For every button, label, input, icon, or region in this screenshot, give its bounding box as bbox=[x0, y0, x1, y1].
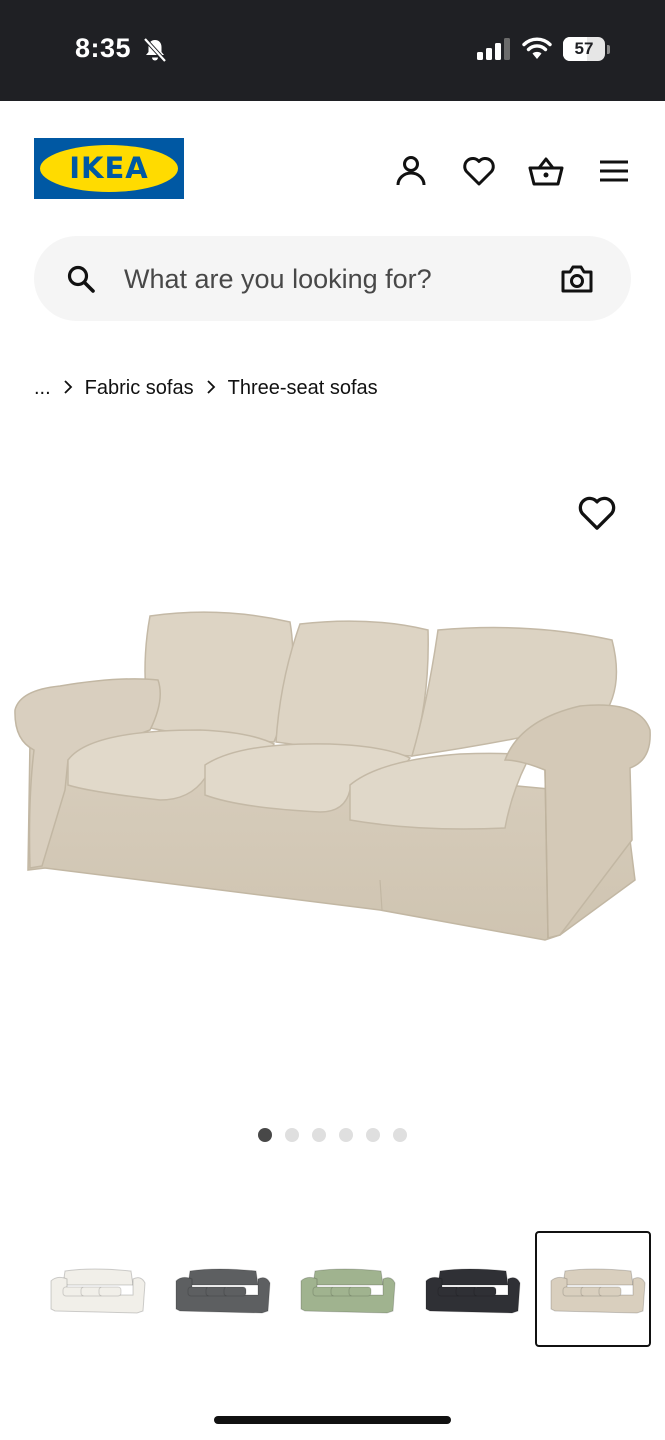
sofa-thumbnail-image bbox=[175, 1268, 271, 1314]
carousel-dot[interactable] bbox=[393, 1128, 407, 1142]
search-bar[interactable] bbox=[34, 236, 631, 321]
cellular-signal-icon bbox=[476, 38, 510, 65]
ikea-logo[interactable]: IKEA bbox=[34, 138, 184, 199]
breadcrumb-ellipsis[interactable]: ... bbox=[34, 377, 51, 400]
color-variant-thumbnail[interactable] bbox=[285, 1231, 401, 1347]
color-variant-thumbnail[interactable] bbox=[535, 1231, 651, 1347]
carousel-dot[interactable] bbox=[339, 1128, 353, 1142]
search-input[interactable] bbox=[124, 256, 544, 302]
sofa-thumbnail-image bbox=[550, 1268, 646, 1314]
battery-cap bbox=[607, 45, 610, 54]
product-image[interactable] bbox=[0, 440, 665, 1100]
status-bar: 8:35 57 bbox=[0, 0, 665, 101]
shopping-basket-icon[interactable] bbox=[528, 153, 564, 189]
battery-icon: 57 bbox=[563, 37, 605, 61]
wifi-icon bbox=[522, 36, 552, 65]
carousel-dot[interactable] bbox=[366, 1128, 380, 1142]
chevron-right-icon bbox=[194, 377, 228, 400]
status-time: 8:35 bbox=[75, 33, 132, 63]
logo-text: IKEA bbox=[69, 151, 149, 185]
heart-icon[interactable] bbox=[461, 153, 497, 189]
site-header: IKEA bbox=[0, 101, 665, 231]
breadcrumb-fabric-sofas[interactable]: Fabric sofas bbox=[85, 377, 194, 400]
sofa-illustration bbox=[14, 611, 651, 941]
color-variant-list bbox=[0, 1228, 665, 1350]
battery-level: 57 bbox=[574, 39, 594, 58]
account-icon[interactable] bbox=[393, 153, 429, 189]
color-variant-thumbnail[interactable] bbox=[160, 1231, 276, 1347]
breadcrumb-three-seat-sofas[interactable]: Three-seat sofas bbox=[228, 377, 378, 400]
sofa-thumbnail-image bbox=[50, 1268, 146, 1314]
carousel-dot[interactable] bbox=[258, 1128, 272, 1142]
sofa-thumbnail-image bbox=[425, 1268, 521, 1314]
camera-icon[interactable] bbox=[560, 264, 594, 299]
color-variant-thumbnail[interactable] bbox=[35, 1231, 151, 1347]
favorite-heart-icon[interactable] bbox=[576, 492, 618, 534]
menu-icon[interactable] bbox=[596, 153, 632, 189]
home-indicator bbox=[214, 1416, 451, 1424]
chevron-right-icon bbox=[51, 377, 85, 400]
color-variant-thumbnail[interactable] bbox=[410, 1231, 526, 1347]
bell-slash-icon bbox=[143, 37, 167, 68]
carousel-dot[interactable] bbox=[312, 1128, 326, 1142]
carousel-dot[interactable] bbox=[285, 1128, 299, 1142]
sofa-thumbnail-image bbox=[300, 1268, 396, 1314]
breadcrumb: ... Fabric sofas Three-seat sofas bbox=[34, 373, 378, 403]
search-icon[interactable] bbox=[66, 264, 96, 299]
